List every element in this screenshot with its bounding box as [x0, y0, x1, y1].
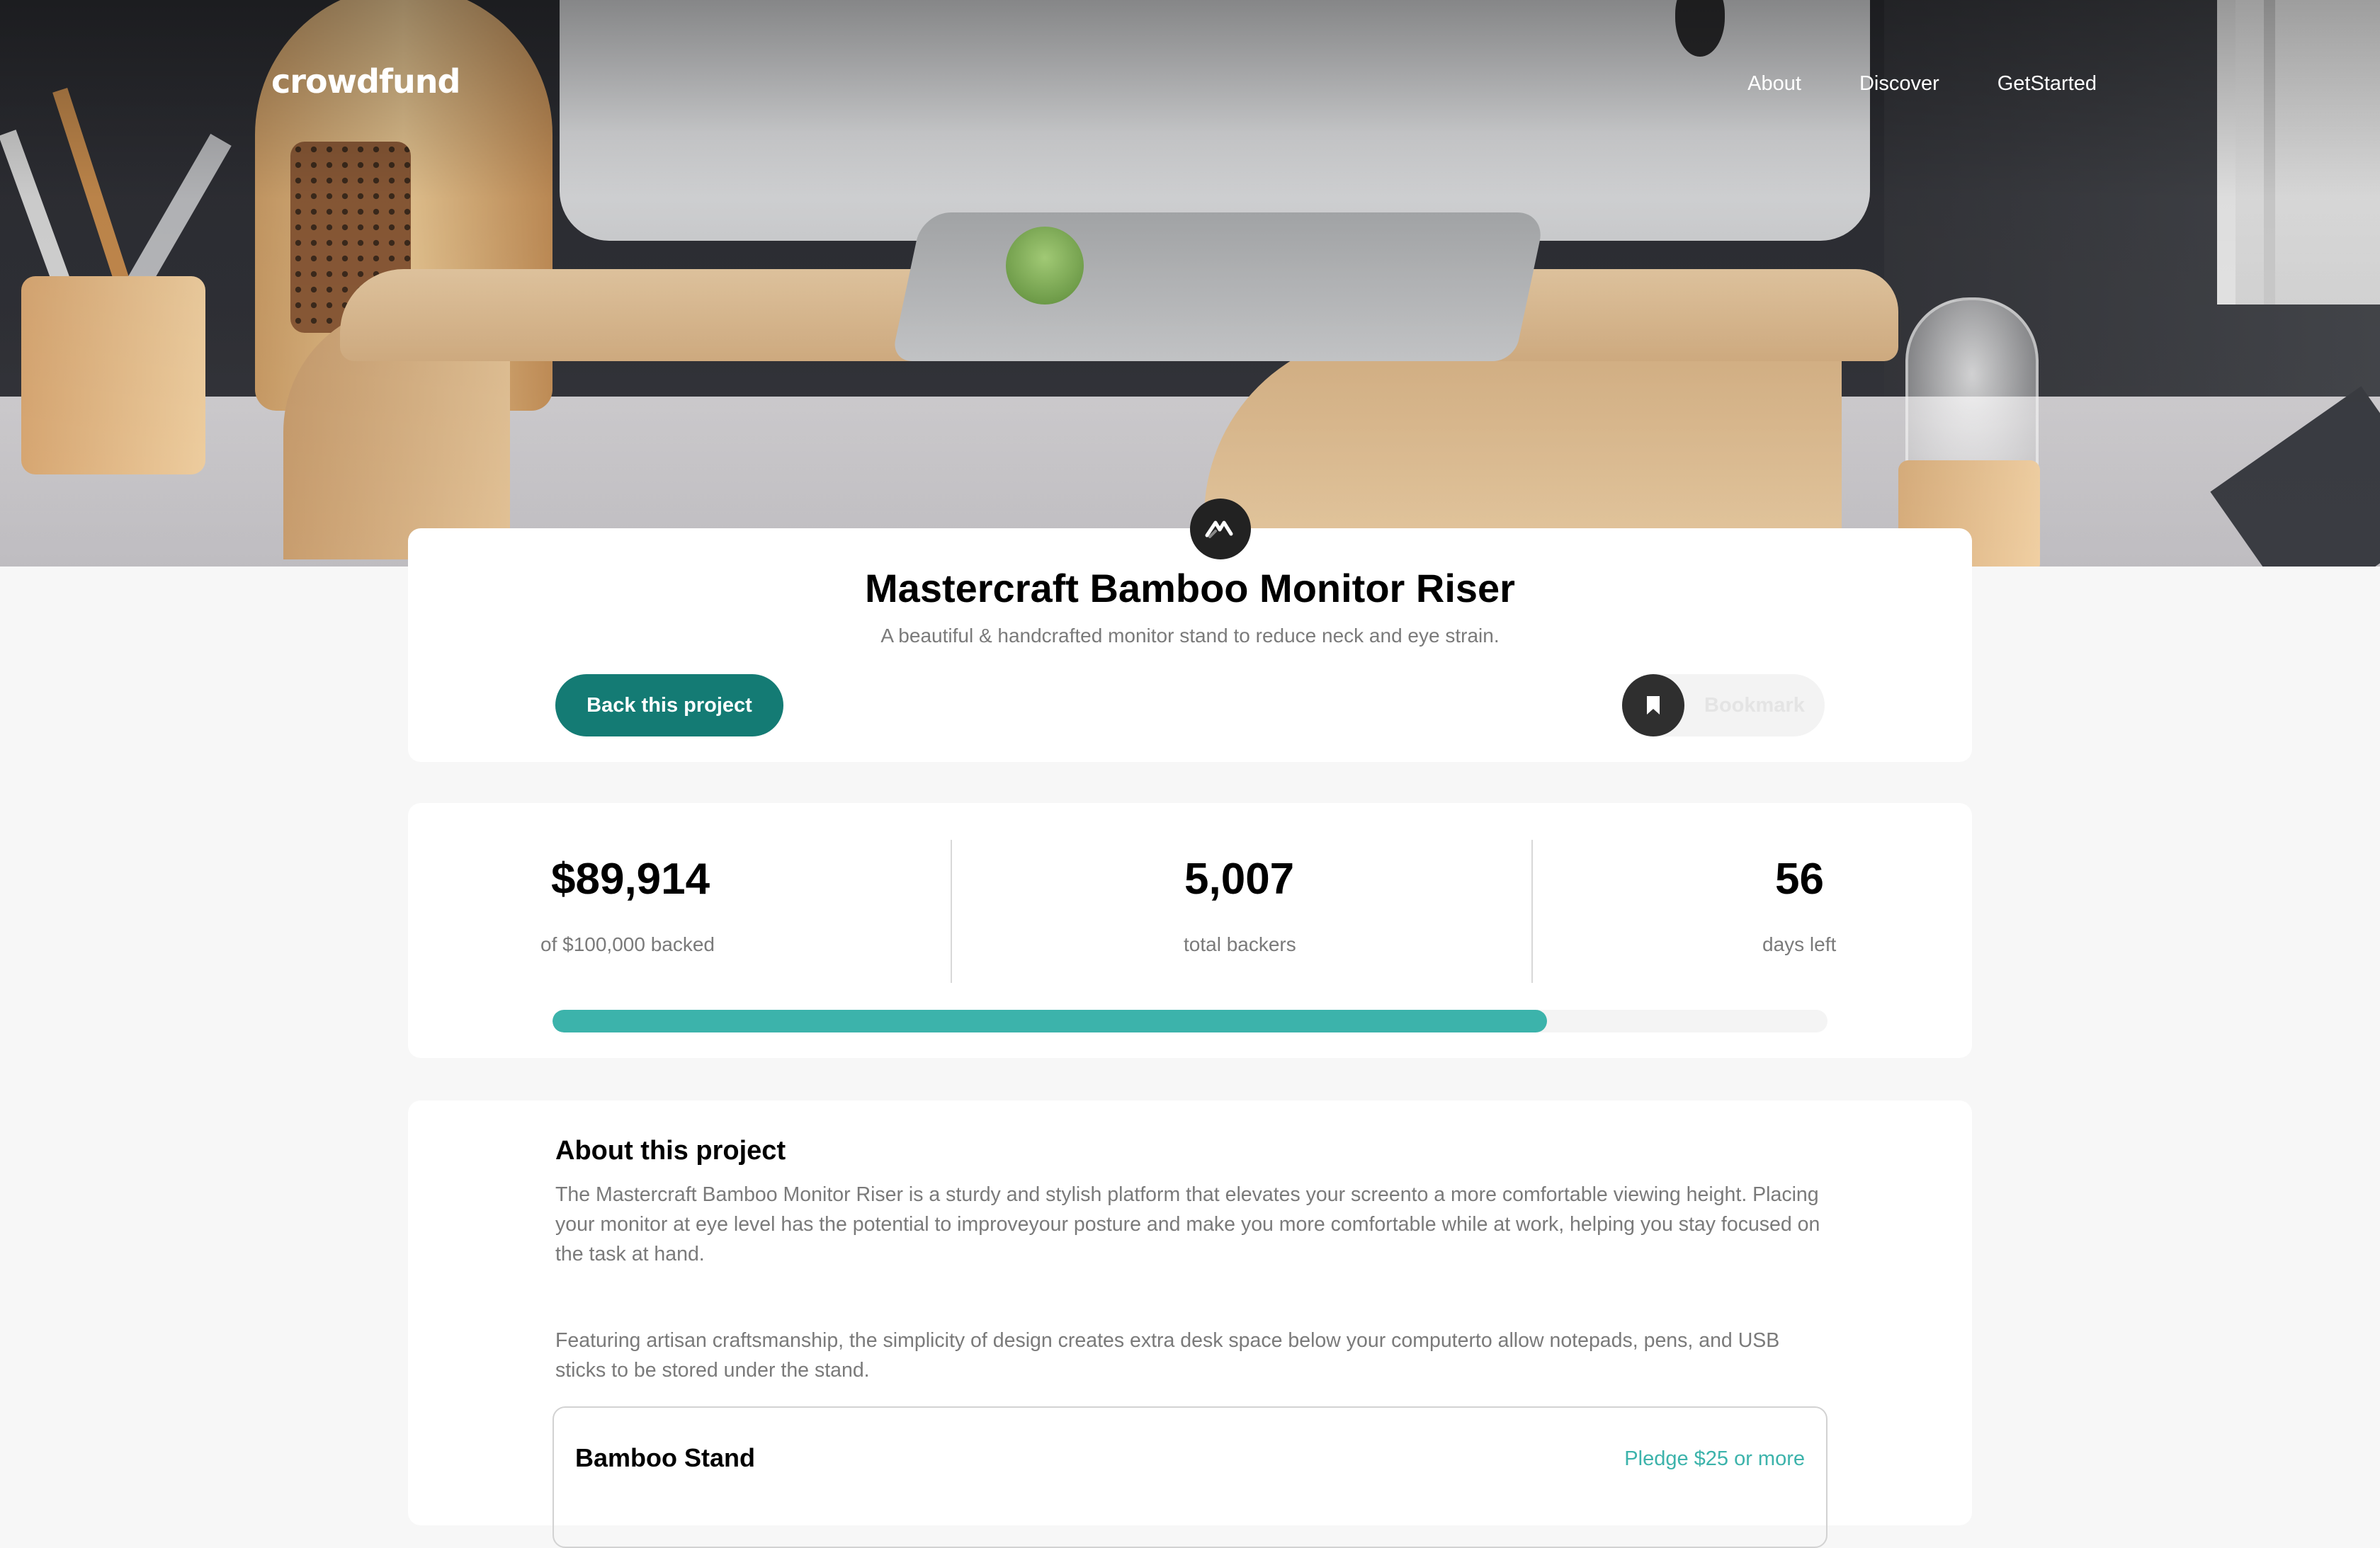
backed-amount: $89,914: [551, 855, 710, 904]
nav-discover[interactable]: Discover: [1859, 72, 1939, 96]
backers-count: 5,007: [1184, 855, 1295, 904]
about-paragraph: Featuring artisan craftsmanship, the sim…: [555, 1329, 1780, 1382]
about-paragraph: The Mastercraft Bamboo Monitor Riser is …: [555, 1183, 1820, 1265]
backers-label: total backers: [1184, 933, 1296, 955]
about-heading: About this project: [555, 1136, 786, 1166]
project-title: Mastercraft Bamboo Monitor Riser: [865, 566, 1515, 610]
reward-pledge: Pledge $25 or more: [1624, 1447, 1805, 1470]
project-intro-card: Mastercraft Bamboo Monitor Riser A beaut…: [408, 528, 1972, 762]
nav-about[interactable]: About: [1747, 72, 1801, 96]
reward-title: Bamboo Stand: [575, 1443, 756, 1472]
main-nav: About Discover GetStarted: [1747, 72, 2097, 96]
stats-card: $89,914 of $100,000 backed 5,007 total b…: [408, 803, 1972, 1058]
progress-bar: [552, 1010, 1828, 1032]
bookmark-icon: [1622, 674, 1684, 736]
stat-divider: [1531, 840, 1533, 983]
project-subtitle: A beautiful & handcrafted monitor stand …: [880, 625, 1500, 647]
logo[interactable]: crowdfund: [271, 62, 460, 101]
backed-label: of $100,000 backed: [540, 933, 715, 955]
bookmark-button[interactable]: Bookmark: [1622, 674, 1825, 736]
nav-get-started[interactable]: GetStarted: [1998, 72, 2097, 96]
days-count: 56: [1775, 855, 1824, 904]
days-label: days left: [1762, 933, 1837, 955]
about-card: About this project The Mastercraft Bambo…: [408, 1100, 1972, 1548]
mastercraft-logo-icon: [1190, 499, 1251, 559]
stat-divider: [951, 840, 952, 983]
bookmark-label: Bookmark: [1704, 693, 1805, 717]
back-project-button[interactable]: Back this project: [555, 674, 783, 736]
reward-card: Bamboo Stand Pledge $25 or more: [552, 1406, 1828, 1548]
progress-fill: [552, 1010, 1547, 1032]
